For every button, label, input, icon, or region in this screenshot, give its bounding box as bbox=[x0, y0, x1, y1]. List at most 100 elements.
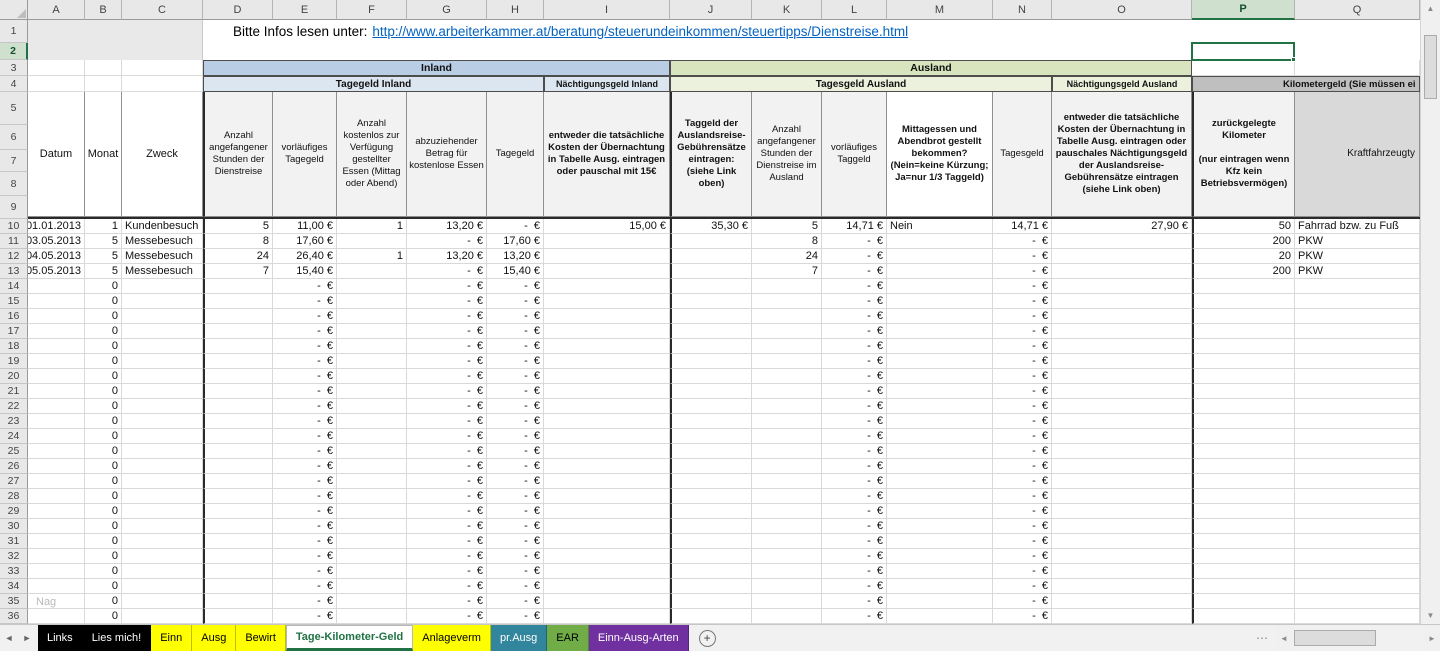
cell-B13[interactable]: 5 bbox=[85, 264, 122, 279]
cell-O18[interactable] bbox=[1052, 339, 1192, 354]
cell-H23[interactable]: - € bbox=[487, 414, 544, 429]
cell-N13[interactable]: - € bbox=[993, 264, 1052, 279]
cell-A14[interactable] bbox=[28, 279, 85, 294]
cell-L10[interactable]: 14,71 € bbox=[822, 219, 887, 234]
cell-I35[interactable] bbox=[544, 594, 670, 609]
cell-F14[interactable] bbox=[337, 279, 407, 294]
cell-I10[interactable]: 15,00 € bbox=[544, 219, 670, 234]
cell-B21[interactable]: 0 bbox=[85, 384, 122, 399]
cell-M19[interactable] bbox=[887, 354, 993, 369]
cell-I19[interactable] bbox=[544, 354, 670, 369]
cell-M14[interactable] bbox=[887, 279, 993, 294]
cell-P36[interactable] bbox=[1192, 609, 1295, 624]
cell-M21[interactable] bbox=[887, 384, 993, 399]
cell-D13[interactable]: 7 bbox=[203, 264, 273, 279]
cell-N22[interactable]: - € bbox=[993, 399, 1052, 414]
cell-M35[interactable] bbox=[887, 594, 993, 609]
row-header-33[interactable]: 33 bbox=[0, 564, 28, 579]
cell-J28[interactable] bbox=[670, 489, 752, 504]
cell-Q28[interactable] bbox=[1295, 489, 1420, 504]
header-kraftfahrzeugtyp[interactable]: Kraftfahrzeugty bbox=[1295, 92, 1420, 217]
cell-A16[interactable] bbox=[28, 309, 85, 324]
band-ausland[interactable]: Ausland bbox=[670, 60, 1192, 76]
cell-L13[interactable]: - € bbox=[822, 264, 887, 279]
cell-H20[interactable]: - € bbox=[487, 369, 544, 384]
row-header-32[interactable]: 32 bbox=[0, 549, 28, 564]
cell-A36[interactable] bbox=[28, 609, 85, 624]
row-header-5[interactable]: 5 bbox=[0, 92, 28, 125]
cell-C4[interactable] bbox=[122, 76, 203, 92]
sheet-tab-anlageverm[interactable]: Anlageverm bbox=[413, 625, 491, 651]
cell-G30[interactable]: - € bbox=[407, 519, 487, 534]
column-header-N[interactable]: N bbox=[993, 0, 1052, 20]
cell-F23[interactable] bbox=[337, 414, 407, 429]
cell-J23[interactable] bbox=[670, 414, 752, 429]
select-all-button[interactable] bbox=[0, 0, 28, 20]
header-tagegeld[interactable]: Tagegeld bbox=[487, 92, 544, 217]
cell-D33[interactable] bbox=[203, 564, 273, 579]
cell-C19[interactable] bbox=[122, 354, 203, 369]
cell-A3[interactable] bbox=[28, 60, 85, 76]
cell-O26[interactable] bbox=[1052, 459, 1192, 474]
cell-B16[interactable]: 0 bbox=[85, 309, 122, 324]
cell-L28[interactable]: - € bbox=[822, 489, 887, 504]
cell-J35[interactable] bbox=[670, 594, 752, 609]
cell-C28[interactable] bbox=[122, 489, 203, 504]
cell-B25[interactable]: 0 bbox=[85, 444, 122, 459]
cell-L15[interactable]: - € bbox=[822, 294, 887, 309]
cell-M16[interactable] bbox=[887, 309, 993, 324]
cell-B17[interactable]: 0 bbox=[85, 324, 122, 339]
cell-A22[interactable] bbox=[28, 399, 85, 414]
cell-H14[interactable]: - € bbox=[487, 279, 544, 294]
band-tagesgeld-ausland[interactable]: Tagesgeld Ausland bbox=[670, 76, 1052, 92]
cell-M36[interactable] bbox=[887, 609, 993, 624]
cell-B32[interactable]: 0 bbox=[85, 549, 122, 564]
cell-B22[interactable]: 0 bbox=[85, 399, 122, 414]
cell-P10[interactable]: 50 bbox=[1192, 219, 1295, 234]
cell-D26[interactable] bbox=[203, 459, 273, 474]
cell-H24[interactable]: - € bbox=[487, 429, 544, 444]
cell-C35[interactable] bbox=[122, 594, 203, 609]
cell-L22[interactable]: - € bbox=[822, 399, 887, 414]
row-header-34[interactable]: 34 bbox=[0, 579, 28, 594]
header-anzahl-stunden-ausland[interactable]: Anzahl angefangener Stunden der Dienstre… bbox=[752, 92, 822, 217]
vertical-scroll-track[interactable] bbox=[1421, 17, 1440, 607]
cell-F20[interactable] bbox=[337, 369, 407, 384]
cell-H19[interactable]: - € bbox=[487, 354, 544, 369]
cell-D12[interactable]: 24 bbox=[203, 249, 273, 264]
cell-F28[interactable] bbox=[337, 489, 407, 504]
row-header-11[interactable]: 11 bbox=[0, 234, 28, 249]
cell-P30[interactable] bbox=[1192, 519, 1295, 534]
cell-I16[interactable] bbox=[544, 309, 670, 324]
cell-Q22[interactable] bbox=[1295, 399, 1420, 414]
cell-N35[interactable]: - € bbox=[993, 594, 1052, 609]
scroll-down-icon[interactable]: ▼ bbox=[1421, 607, 1440, 624]
cell-E15[interactable]: - € bbox=[273, 294, 337, 309]
cell-M17[interactable] bbox=[887, 324, 993, 339]
cell-E33[interactable]: - € bbox=[273, 564, 337, 579]
cell-I18[interactable] bbox=[544, 339, 670, 354]
cell-Q32[interactable] bbox=[1295, 549, 1420, 564]
cell-O12[interactable] bbox=[1052, 249, 1192, 264]
cell-B28[interactable]: 0 bbox=[85, 489, 122, 504]
cell-A35[interactable] bbox=[28, 594, 85, 609]
cell-I31[interactable] bbox=[544, 534, 670, 549]
cell-G21[interactable]: - € bbox=[407, 384, 487, 399]
cell-G22[interactable]: - € bbox=[407, 399, 487, 414]
row-header-21[interactable]: 21 bbox=[0, 384, 28, 399]
cell-P12[interactable]: 20 bbox=[1192, 249, 1295, 264]
cell-I15[interactable] bbox=[544, 294, 670, 309]
cell-J14[interactable] bbox=[670, 279, 752, 294]
cell-I33[interactable] bbox=[544, 564, 670, 579]
cell-Q12[interactable]: PKW bbox=[1295, 249, 1420, 264]
band-inland[interactable]: Inland bbox=[203, 60, 670, 76]
cell-C20[interactable] bbox=[122, 369, 203, 384]
cell-J33[interactable] bbox=[670, 564, 752, 579]
cell-G25[interactable]: - € bbox=[407, 444, 487, 459]
cell-J13[interactable] bbox=[670, 264, 752, 279]
cell-I22[interactable] bbox=[544, 399, 670, 414]
cell-Q35[interactable] bbox=[1295, 594, 1420, 609]
cell-D28[interactable] bbox=[203, 489, 273, 504]
cell-C10[interactable]: Kundenbesuch bbox=[122, 219, 203, 234]
cell-A25[interactable] bbox=[28, 444, 85, 459]
